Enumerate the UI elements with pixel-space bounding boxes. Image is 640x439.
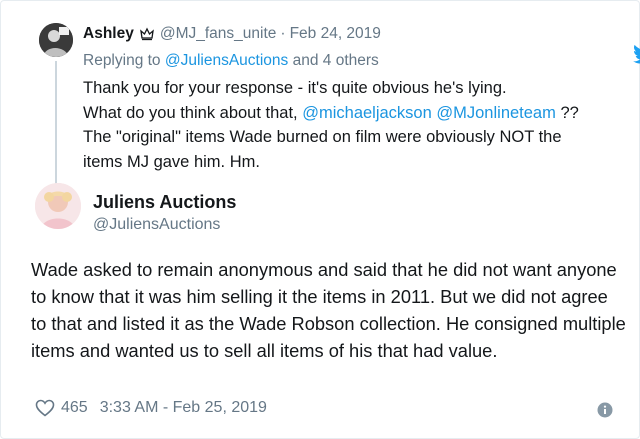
replying-mention-link[interactable]: @JuliensAuctions xyxy=(165,52,288,69)
mention-link-michaeljackson[interactable]: @michaeljackson xyxy=(302,104,432,122)
reply-date[interactable]: Feb 24, 2019 xyxy=(290,25,381,43)
main-author-name[interactable]: Juliens Auctions xyxy=(93,192,236,213)
separator-dot: · xyxy=(280,25,286,42)
mention-link-mjonlineteam[interactable]: @MJonlineteam xyxy=(436,104,555,122)
reply-text-line: The "original" items Wade burned on film… xyxy=(83,128,562,146)
like-count[interactable]: 465 xyxy=(61,399,88,417)
heart-icon[interactable] xyxy=(35,399,55,417)
crown-icon xyxy=(139,27,154,41)
replying-suffix[interactable]: and 4 others xyxy=(288,52,379,69)
reply-text-line: What do you think about that, @michaelja… xyxy=(83,101,623,126)
reply-text-line: items MJ gave him. Hm. xyxy=(83,152,260,171)
twitter-bird-icon[interactable] xyxy=(633,43,640,65)
main-avatar[interactable] xyxy=(35,183,81,229)
main-tweet-text: Wade asked to remain anonymous and said … xyxy=(31,259,626,361)
reply-text-fragment: What do you think about that, xyxy=(83,103,303,122)
reply-text-line: Thank you for your response - it's quite… xyxy=(83,79,507,97)
tweet-meta: 465 3:33 AM - Feb 25, 2019 xyxy=(35,399,267,417)
reply-author-name[interactable]: Ashley xyxy=(83,25,134,43)
reply-header: Ashley @MJ_fans_unite · Feb 24, 2019 xyxy=(83,25,381,43)
replying-to-line: Replying to @JuliensAuctions and 4 other… xyxy=(83,52,379,70)
reply-avatar[interactable] xyxy=(39,23,73,57)
reply-text: Thank you for your response - it's quite… xyxy=(83,76,623,174)
tweet-card: Ashley @MJ_fans_unite · Feb 24, 2019 Rep… xyxy=(0,0,640,439)
replying-prefix: Replying to xyxy=(83,52,165,69)
info-icon[interactable] xyxy=(597,402,613,418)
reply-text-fragment: ?? xyxy=(555,103,579,122)
main-author-handle[interactable]: @JuliensAuctions xyxy=(93,216,220,234)
tweet-timestamp[interactable]: 3:33 AM - Feb 25, 2019 xyxy=(100,399,267,417)
thread-connector xyxy=(55,61,57,193)
reply-author-handle[interactable]: @MJ_fans_unite xyxy=(160,25,277,43)
